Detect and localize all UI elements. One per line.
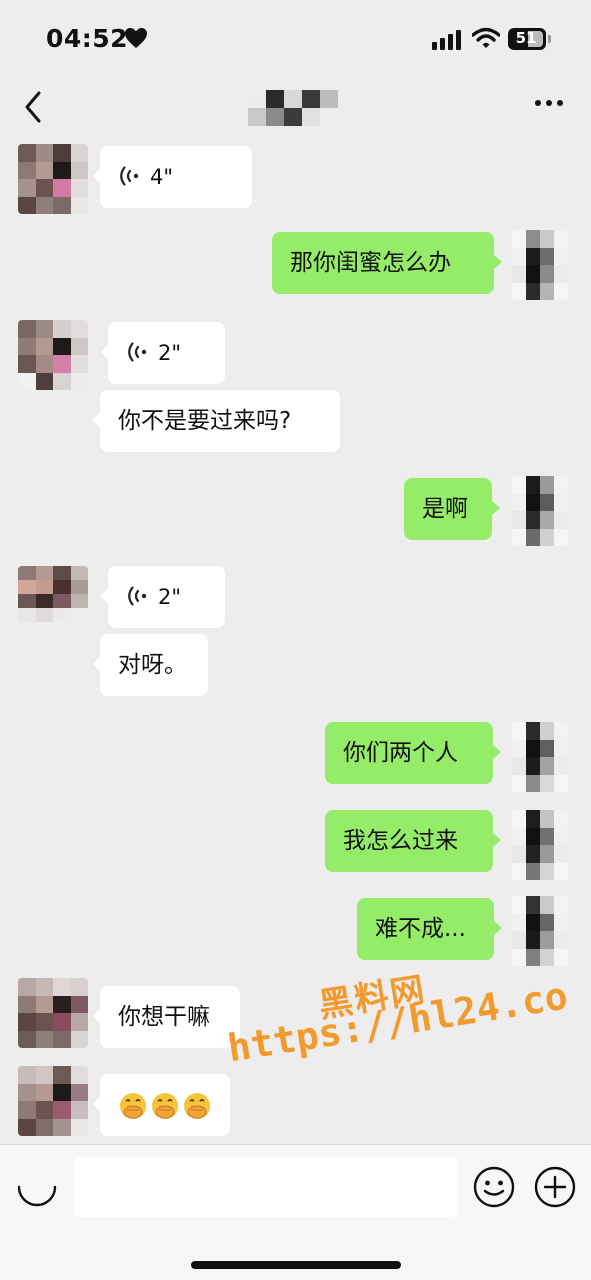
- text-message[interactable]: 是啊: [404, 478, 500, 540]
- more-dots-icon[interactable]: [534, 98, 564, 108]
- battery-indicator: 51: [508, 28, 552, 50]
- plus-icon[interactable]: [533, 1165, 577, 1209]
- input-bar: [0, 1144, 591, 1280]
- message-text: 难不成...: [375, 916, 466, 942]
- text-message[interactable]: 对呀。: [92, 634, 208, 696]
- message-text: 你不是要过来吗?: [118, 408, 292, 434]
- signal-icon: [432, 30, 461, 50]
- text-message[interactable]: 那你闺蜜怎么办: [272, 232, 502, 294]
- self-avatar[interactable]: [512, 722, 568, 792]
- voice-toggle-icon[interactable]: [16, 1171, 58, 1213]
- text-message[interactable]: 难不成...: [357, 898, 502, 960]
- self-avatar[interactable]: [512, 476, 568, 546]
- wifi-icon: [472, 27, 500, 48]
- message-input[interactable]: [73, 1157, 458, 1217]
- message-text: 我怎么过来: [343, 828, 458, 854]
- face-with-hand-over-mouth-icon: [184, 1092, 210, 1119]
- voice-duration: 2": [158, 585, 182, 609]
- text-message[interactable]: 你不是要过来吗?: [92, 390, 340, 452]
- emoji-smile-icon[interactable]: [472, 1165, 516, 1209]
- contact-avatar[interactable]: [18, 320, 88, 390]
- text-message[interactable]: 我怎么过来: [325, 810, 501, 872]
- contact-avatar[interactable]: [18, 1066, 88, 1136]
- voice-wave-icon: [128, 342, 147, 362]
- status-bar: 04:52 51: [0, 0, 591, 80]
- message-text: 那你闺蜜怎么办: [290, 250, 451, 276]
- message-text: 你想干嘛: [118, 1004, 210, 1030]
- emoji-message[interactable]: [92, 1074, 230, 1136]
- voice-wave-icon: [128, 586, 147, 606]
- status-time: 04:52: [46, 24, 129, 53]
- battery-level: 51: [515, 29, 537, 47]
- message-text: 你们两个人: [343, 740, 458, 766]
- voice-duration: 2": [158, 341, 182, 365]
- voice-wave-icon: [120, 166, 139, 186]
- face-with-hand-over-mouth-icon: [120, 1092, 146, 1119]
- contact-avatar[interactable]: [18, 566, 88, 622]
- message-text: 对呀。: [118, 652, 187, 678]
- contact-avatar[interactable]: [18, 144, 88, 214]
- message-text: 是啊: [422, 496, 468, 522]
- self-avatar[interactable]: [512, 896, 568, 966]
- back-chevron-icon[interactable]: [22, 90, 44, 124]
- self-avatar[interactable]: [512, 230, 568, 300]
- voice-duration: 4": [150, 165, 174, 189]
- voice-message[interactable]: 4": [92, 146, 252, 208]
- heart-icon: [125, 28, 147, 48]
- contact-avatar[interactable]: [18, 978, 88, 1048]
- voice-message[interactable]: 2": [100, 566, 225, 628]
- home-indicator: [191, 1261, 401, 1269]
- self-avatar[interactable]: [512, 810, 568, 880]
- watermark: 黑料网 https://hl24.co: [225, 970, 571, 1071]
- contact-name-redacted: [248, 88, 344, 128]
- text-message[interactable]: 你想干嘛: [92, 986, 240, 1048]
- text-message[interactable]: 你们两个人: [325, 722, 501, 784]
- face-with-hand-over-mouth-icon: [152, 1092, 178, 1119]
- voice-message[interactable]: 2": [100, 322, 225, 384]
- chat-header: [0, 80, 591, 136]
